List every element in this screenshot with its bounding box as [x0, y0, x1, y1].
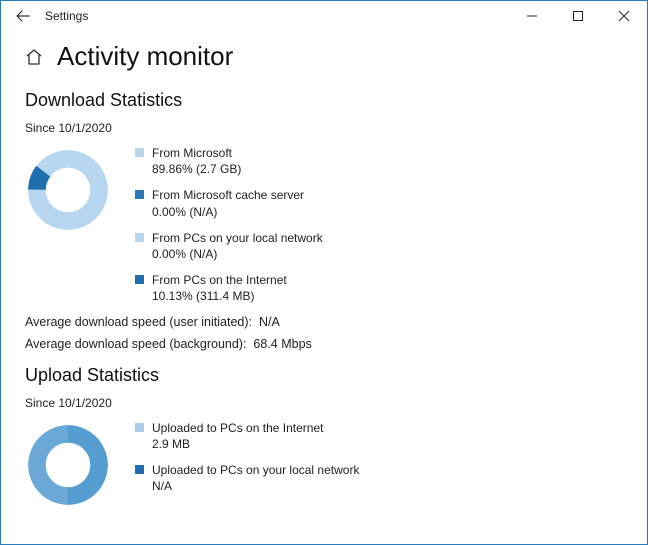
swatch-icon: [135, 233, 144, 242]
avg-download-user: Average download speed (user initiated):…: [25, 315, 623, 329]
close-icon: [619, 11, 629, 21]
swatch-icon: [135, 148, 144, 157]
legend-label: From PCs on your local network: [152, 230, 323, 246]
legend-item: Uploaded to PCs on your local network N/…: [135, 462, 359, 494]
legend-value: 89.86% (2.7 GB): [152, 161, 241, 177]
back-button[interactable]: [9, 2, 37, 30]
upload-legend: Uploaded to PCs on the Internet 2.9 MB U…: [135, 420, 359, 495]
avg-download-background: Average download speed (background): 68.…: [25, 337, 623, 351]
swatch-icon: [135, 190, 144, 199]
content-area: Activity monitor Download Statistics Sin…: [1, 31, 647, 506]
maximize-icon: [573, 11, 583, 21]
minimize-icon: [527, 11, 537, 21]
download-heading: Download Statistics: [25, 90, 623, 111]
legend-label: From PCs on the Internet: [152, 272, 287, 288]
legend-value: 2.9 MB: [152, 436, 323, 452]
upload-stats-block: Uploaded to PCs on the Internet 2.9 MB U…: [25, 420, 623, 506]
back-arrow-icon: [16, 9, 30, 23]
legend-label: From Microsoft cache server: [152, 187, 304, 203]
upload-heading: Upload Statistics: [25, 365, 623, 386]
window-title: Settings: [45, 9, 88, 23]
legend-label: From Microsoft: [152, 145, 241, 161]
swatch-icon: [135, 465, 144, 474]
legend-item: From PCs on your local network 0.00% (N/…: [135, 230, 323, 262]
legend-value: 10.13% (311.4 MB): [152, 288, 287, 304]
legend-item: Uploaded to PCs on the Internet 2.9 MB: [135, 420, 359, 452]
download-stats-block: From Microsoft 89.86% (2.7 GB) From Micr…: [25, 145, 623, 305]
swatch-icon: [135, 275, 144, 284]
download-donut-chart: [25, 145, 111, 231]
swatch-icon: [135, 423, 144, 432]
home-icon[interactable]: [25, 48, 43, 66]
download-legend: From Microsoft 89.86% (2.7 GB) From Micr…: [135, 145, 323, 305]
legend-label: Uploaded to PCs on your local network: [152, 462, 359, 478]
legend-item: From Microsoft 89.86% (2.7 GB): [135, 145, 323, 177]
upload-donut-chart: [25, 420, 111, 506]
legend-value: 0.00% (N/A): [152, 204, 304, 220]
close-button[interactable]: [601, 1, 647, 31]
legend-label: Uploaded to PCs on the Internet: [152, 420, 323, 436]
page-header: Activity monitor: [25, 41, 623, 72]
upload-since: Since 10/1/2020: [25, 396, 623, 410]
legend-value: 0.00% (N/A): [152, 246, 323, 262]
legend-item: From PCs on the Internet 10.13% (311.4 M…: [135, 272, 323, 304]
download-since: Since 10/1/2020: [25, 121, 623, 135]
legend-item: From Microsoft cache server 0.00% (N/A): [135, 187, 323, 219]
maximize-button[interactable]: [555, 1, 601, 31]
page-title: Activity monitor: [57, 41, 233, 72]
legend-value: N/A: [152, 478, 359, 494]
minimize-button[interactable]: [509, 1, 555, 31]
title-bar: Settings: [1, 1, 647, 31]
